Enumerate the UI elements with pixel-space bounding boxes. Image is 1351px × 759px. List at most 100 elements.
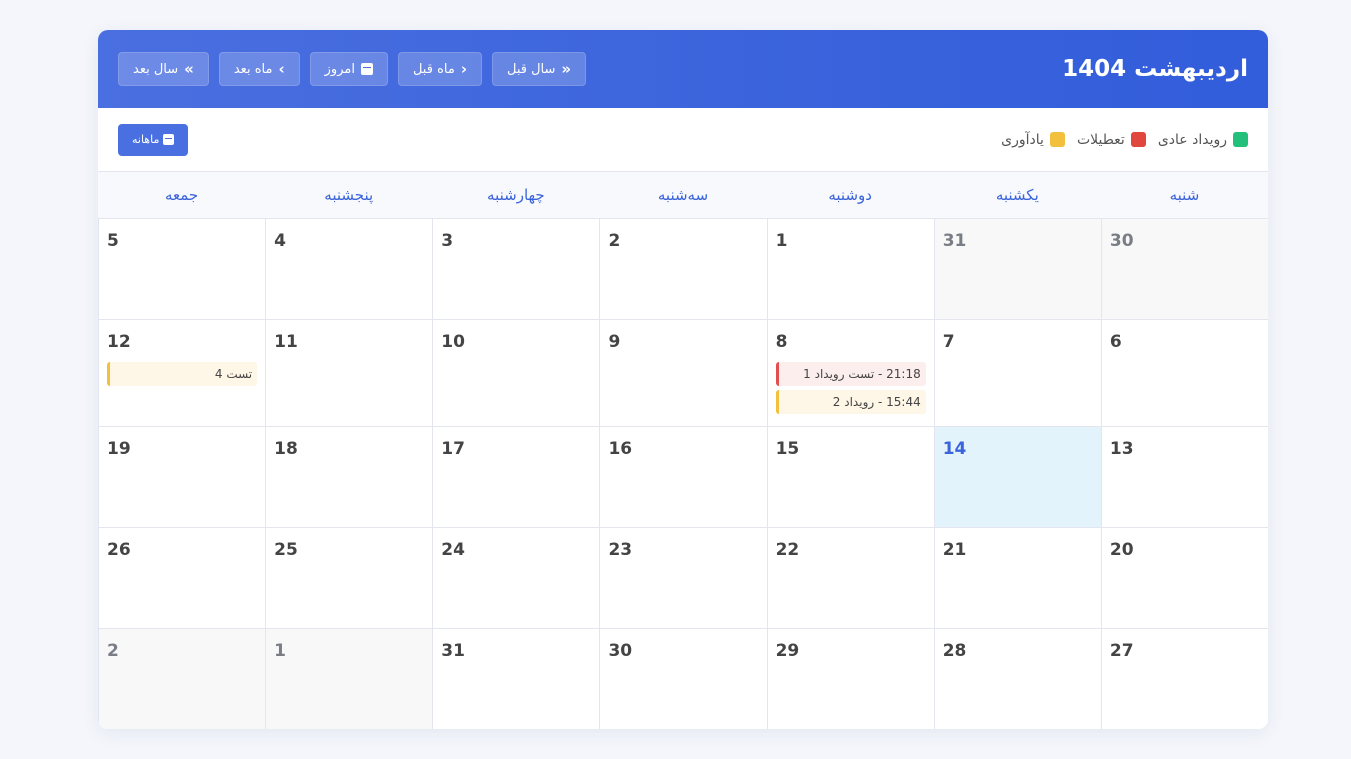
day-number: 15 — [775, 439, 800, 459]
chevron-right-icon: › — [278, 59, 285, 78]
prev-month-button[interactable]: ‹ ماه قبل — [397, 52, 482, 86]
nav-button-label: امروز — [324, 61, 355, 77]
day-cell[interactable]: 2 — [599, 219, 767, 320]
day-number: 13 — [1109, 439, 1134, 459]
nav-button-label: سال بعد — [133, 61, 179, 77]
day-cell[interactable]: 13 — [1100, 427, 1268, 528]
day-number: 2 — [107, 641, 119, 661]
legend-label: تعطیلات — [1076, 131, 1125, 148]
day-cell[interactable]: 4 — [265, 219, 433, 320]
legend-label: رویداد عادی — [1157, 131, 1227, 148]
day-number: 29 — [775, 641, 800, 661]
day-cell-today[interactable]: 14 — [933, 427, 1101, 528]
day-number: 10 — [441, 332, 465, 352]
weekday-label: دوشنبه — [828, 186, 872, 204]
day-cell[interactable]: 19 — [98, 427, 266, 528]
day-cell[interactable]: 28 — [933, 629, 1101, 729]
day-cell[interactable]: 29 — [766, 629, 934, 729]
calendar-icon — [360, 63, 373, 75]
nav-button-label: ماه بعد — [233, 61, 273, 77]
day-cell[interactable]: 27 — [1100, 629, 1268, 729]
weekday-header: شنبه یکشنبه دوشنبه سه‌شنبه چهارشنبه پنجشنبه جم… — [98, 172, 1268, 219]
day-number: 30 — [1109, 231, 1134, 251]
day-cell[interactable]: 31 — [432, 629, 600, 729]
today-button[interactable]: امروز — [309, 52, 388, 86]
day-cell[interactable]: 2 — [98, 629, 266, 729]
day-number: 31 — [441, 641, 465, 661]
day-cell[interactable]: 18 — [265, 427, 433, 528]
legend-item: یادآوری — [1001, 132, 1065, 148]
day-cell[interactable]: 10 — [432, 320, 600, 427]
day-number: 14 — [942, 439, 967, 459]
day-cell[interactable]: 11 — [265, 320, 433, 427]
day-cell[interactable]: 1 — [766, 219, 934, 320]
day-number: 22 — [775, 540, 800, 560]
day-number: 6 — [1109, 332, 1122, 352]
day-cell[interactable]: 1 — [265, 629, 433, 729]
day-cell[interactable]: 31 — [933, 219, 1101, 320]
legend: رویداد عادی تعطیلات یادآوری — [1001, 132, 1248, 148]
day-cell[interactable]: 30 — [1100, 219, 1268, 320]
day-cell[interactable]: 20 — [1100, 528, 1268, 629]
day-number: 17 — [441, 439, 465, 459]
event-item[interactable]: تست 4 — [107, 362, 258, 386]
day-cell[interactable]: 7 — [933, 320, 1101, 427]
weekday-label: چهارشنبه — [487, 186, 545, 204]
day-cell[interactable]: 22 — [766, 528, 934, 629]
day-number: 3 — [441, 231, 454, 251]
day-number: 11 — [274, 332, 298, 352]
next-month-button[interactable]: › ماه بعد — [218, 52, 300, 86]
day-cell[interactable]: 12 تست 4 — [98, 320, 266, 427]
prev-year-button[interactable]: « سال قبل — [492, 52, 587, 86]
day-number: 20 — [1109, 540, 1134, 560]
monthly-view-button[interactable]: ماهانه — [118, 123, 189, 156]
day-cell[interactable]: 9 — [599, 320, 767, 427]
day-number: 16 — [608, 439, 633, 459]
month-title: اردیبهشت 1404 — [1062, 56, 1248, 82]
day-cell[interactable]: 6 — [1100, 320, 1268, 427]
day-number: 2 — [608, 231, 621, 251]
event-item[interactable]: 21:18 - تست رویداد 1 — [775, 362, 926, 386]
nav-button-label: سال قبل — [507, 61, 556, 77]
nav-button-label: ماه قبل — [412, 61, 455, 77]
day-number: 18 — [274, 439, 298, 459]
day-cell[interactable]: 15 — [766, 427, 934, 528]
event-list: 21:18 - تست رویداد 1 15:44 - رویداد 2 — [775, 362, 926, 414]
legend-label: یادآوری — [1001, 131, 1044, 148]
day-cell[interactable]: 30 — [599, 629, 767, 729]
event-item[interactable]: 15:44 - رویداد 2 — [775, 390, 926, 414]
day-number: 28 — [942, 641, 967, 661]
double-chevron-right-icon: » — [184, 59, 194, 78]
day-cell[interactable]: 16 — [599, 427, 767, 528]
legend-swatch — [1049, 132, 1065, 147]
day-number: 25 — [274, 540, 298, 560]
day-number: 8 — [775, 332, 788, 352]
day-number: 23 — [608, 540, 633, 560]
legend-item: تعطیلات — [1077, 132, 1146, 148]
day-cell[interactable]: 24 — [432, 528, 600, 629]
next-year-button[interactable]: » سال بعد — [118, 52, 209, 86]
day-number: 12 — [107, 332, 131, 352]
day-cell[interactable]: 25 — [265, 528, 433, 629]
day-cell[interactable]: 8 21:18 - تست رویداد 1 15:44 - رویداد 2 — [766, 320, 934, 427]
day-cell[interactable]: 26 — [98, 528, 266, 629]
day-number: 9 — [608, 332, 621, 352]
day-cell[interactable]: 17 — [432, 427, 600, 528]
day-cell[interactable]: 23 — [599, 528, 767, 629]
day-number: 27 — [1109, 641, 1134, 661]
day-number: 1 — [274, 641, 286, 661]
weekday-label: پنجشنبه — [324, 186, 374, 204]
double-chevron-left-icon: « — [561, 59, 572, 78]
day-number: 21 — [942, 540, 967, 560]
view-label: ماهانه — [132, 133, 160, 146]
weekday-label: شنبه — [1169, 186, 1200, 204]
toolbar: ماهانه رویداد عادی تعطیلات یادآوری — [98, 108, 1268, 172]
chevron-left-icon: ‹ — [460, 59, 467, 78]
day-number: 30 — [608, 641, 633, 661]
calendar-icon — [163, 134, 175, 145]
calendar: اردیبهشت 1404 « سال قبل ‹ ماه قبل امروز › ماه … — [98, 30, 1268, 729]
day-cell[interactable]: 21 — [933, 528, 1101, 629]
day-cell[interactable]: 5 — [98, 219, 266, 320]
day-cell[interactable]: 3 — [432, 219, 600, 320]
calendar-header: اردیبهشت 1404 « سال قبل ‹ ماه قبل امروز › ماه … — [98, 30, 1268, 108]
